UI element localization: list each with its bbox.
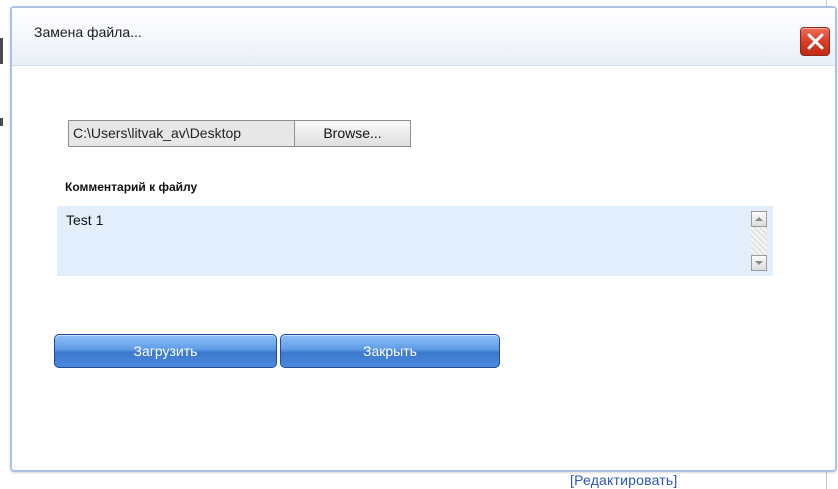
dialog-close-button[interactable] bbox=[800, 27, 830, 56]
comment-label: Комментарий к файлу bbox=[65, 180, 198, 194]
close-icon bbox=[807, 33, 824, 50]
dialog-titlebar: Замена файла... bbox=[12, 8, 835, 66]
replace-file-dialog: Замена файла... C:\Users\litvak_av\Deskt… bbox=[10, 6, 837, 472]
close-button[interactable]: Закрыть bbox=[280, 334, 500, 368]
background-edit-link[interactable]: [Редактировать] bbox=[570, 472, 678, 488]
browse-button[interactable]: Browse... bbox=[294, 120, 411, 147]
comment-text: Test 1 bbox=[66, 212, 104, 228]
file-path-field[interactable]: C:\Users\litvak_av\Desktop bbox=[68, 120, 294, 147]
background-edge bbox=[0, 118, 3, 126]
comment-textarea[interactable]: Test 1 bbox=[57, 206, 773, 276]
arrow-up-icon bbox=[755, 217, 763, 221]
dialog-title: Замена файла... bbox=[34, 24, 142, 40]
arrow-down-icon bbox=[755, 261, 763, 265]
comment-scrollbar[interactable] bbox=[751, 211, 767, 271]
background-edge bbox=[0, 38, 3, 64]
scroll-down-button[interactable] bbox=[751, 255, 767, 271]
scroll-up-button[interactable] bbox=[751, 211, 767, 227]
upload-button[interactable]: Загрузить bbox=[54, 334, 277, 368]
